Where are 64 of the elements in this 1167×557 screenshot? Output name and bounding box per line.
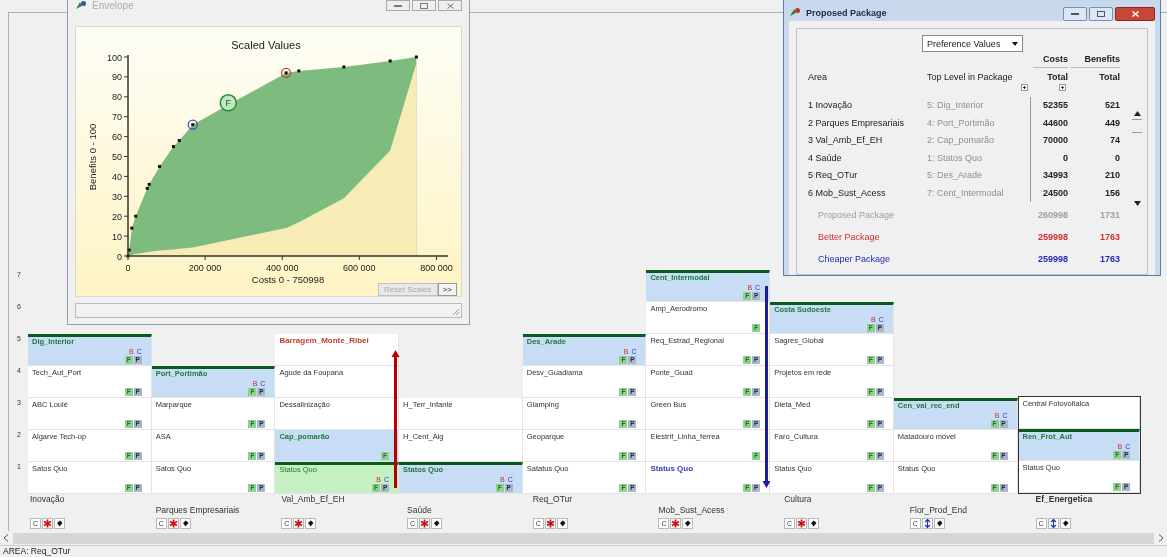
summary-cost: 260998 — [1036, 209, 1068, 222]
tick-label: 200 000 — [188, 263, 222, 273]
column-header: Total — [1098, 71, 1120, 82]
summary-label: Cheaper Package — [817, 253, 892, 266]
summary-label: Better Package — [817, 231, 881, 244]
area-name: 1 Inovação — [808, 99, 854, 112]
benefit-value: 156 — [1103, 186, 1120, 200]
summary-cost: 259998 — [1036, 231, 1068, 244]
tick-label: 600 000 — [343, 263, 376, 273]
column-header: Area — [808, 71, 828, 82]
top-level: 7: Cent_Intermodal — [927, 186, 1005, 200]
top-level: 2: Cap_pomarão — [927, 134, 996, 147]
summary-benefit: 1731 — [1098, 209, 1120, 222]
top-level: 1: Statos Quo — [927, 151, 984, 165]
area-name: 4 Saúde — [808, 151, 843, 165]
cost-value: 34993 — [1030, 167, 1068, 185]
y-axis-title: Benefits 0 - 100 — [87, 123, 98, 191]
benefit-value: 0 — [1114, 151, 1120, 165]
window-title: Proposed Package — [806, 7, 887, 19]
area-name: 2 Parques Empresariais — [808, 116, 906, 130]
chart-title: Scaled Values — [231, 39, 301, 51]
area-name: 3 Val_Amb_Ef_EH — [808, 134, 884, 147]
tick-label: 20 — [112, 211, 122, 222]
tick-label: 60 — [112, 132, 122, 143]
tick-label: 0 — [117, 251, 122, 262]
summary-benefit: 1763 — [1098, 253, 1120, 266]
cost-value: 0 — [1030, 149, 1068, 167]
area-name: 5 Req_OTur — [808, 169, 859, 182]
option-label: Barragem_Monte_Ribei — [279, 336, 369, 346]
dropdown-value: Preference Values — [927, 38, 1001, 49]
tick-label: 80 — [112, 92, 122, 103]
tick-label: 40 — [112, 171, 122, 182]
benefit-value: 521 — [1103, 99, 1120, 112]
window-title: Envelope — [92, 0, 134, 12]
x-axis-title: Costs 0 - 750998 — [251, 274, 325, 283]
benefit-value: 210 — [1103, 169, 1120, 182]
cost-value: 24500 — [1030, 184, 1068, 202]
column-header: Total — [1046, 71, 1068, 82]
tick-label: 90 — [112, 72, 122, 83]
tick-label: 800 000 — [420, 263, 453, 273]
summary-label: Proposed Package — [817, 209, 896, 222]
option-label: Status Quo — [650, 464, 694, 474]
tick-label: 100 — [106, 52, 122, 63]
top-level: 5: Des_Arade — [927, 169, 984, 182]
column-header: Top Level in Package — [927, 71, 1014, 82]
benefit-value: 74 — [1109, 134, 1120, 147]
group-header: Costs — [1033, 52, 1068, 68]
tick-label: 30 — [112, 191, 122, 202]
cost-value: 52355 — [1030, 97, 1068, 115]
top-level: 5: Dig_Interior — [927, 99, 985, 112]
area-name: 6 Mob_Sust_Acess — [808, 186, 887, 200]
top-level: 4: Port_Portimão — [927, 116, 996, 130]
status-text: AREA: Req_OTur — [3, 546, 71, 556]
group-header: Benefits — [1071, 52, 1120, 68]
summary-cost: 259998 — [1036, 253, 1068, 266]
cost-value: 70000 — [1030, 132, 1068, 150]
summary-benefit: 1763 — [1098, 231, 1120, 244]
tick-label: 50 — [112, 152, 122, 162]
cost-value: 44600 — [1030, 114, 1068, 132]
tick-label: 400 000 — [265, 263, 299, 273]
tick-label: 10 — [112, 231, 122, 242]
tick-label: 0 — [125, 263, 131, 273]
benefit-value: 449 — [1103, 116, 1120, 130]
tick-label: 70 — [112, 112, 122, 123]
